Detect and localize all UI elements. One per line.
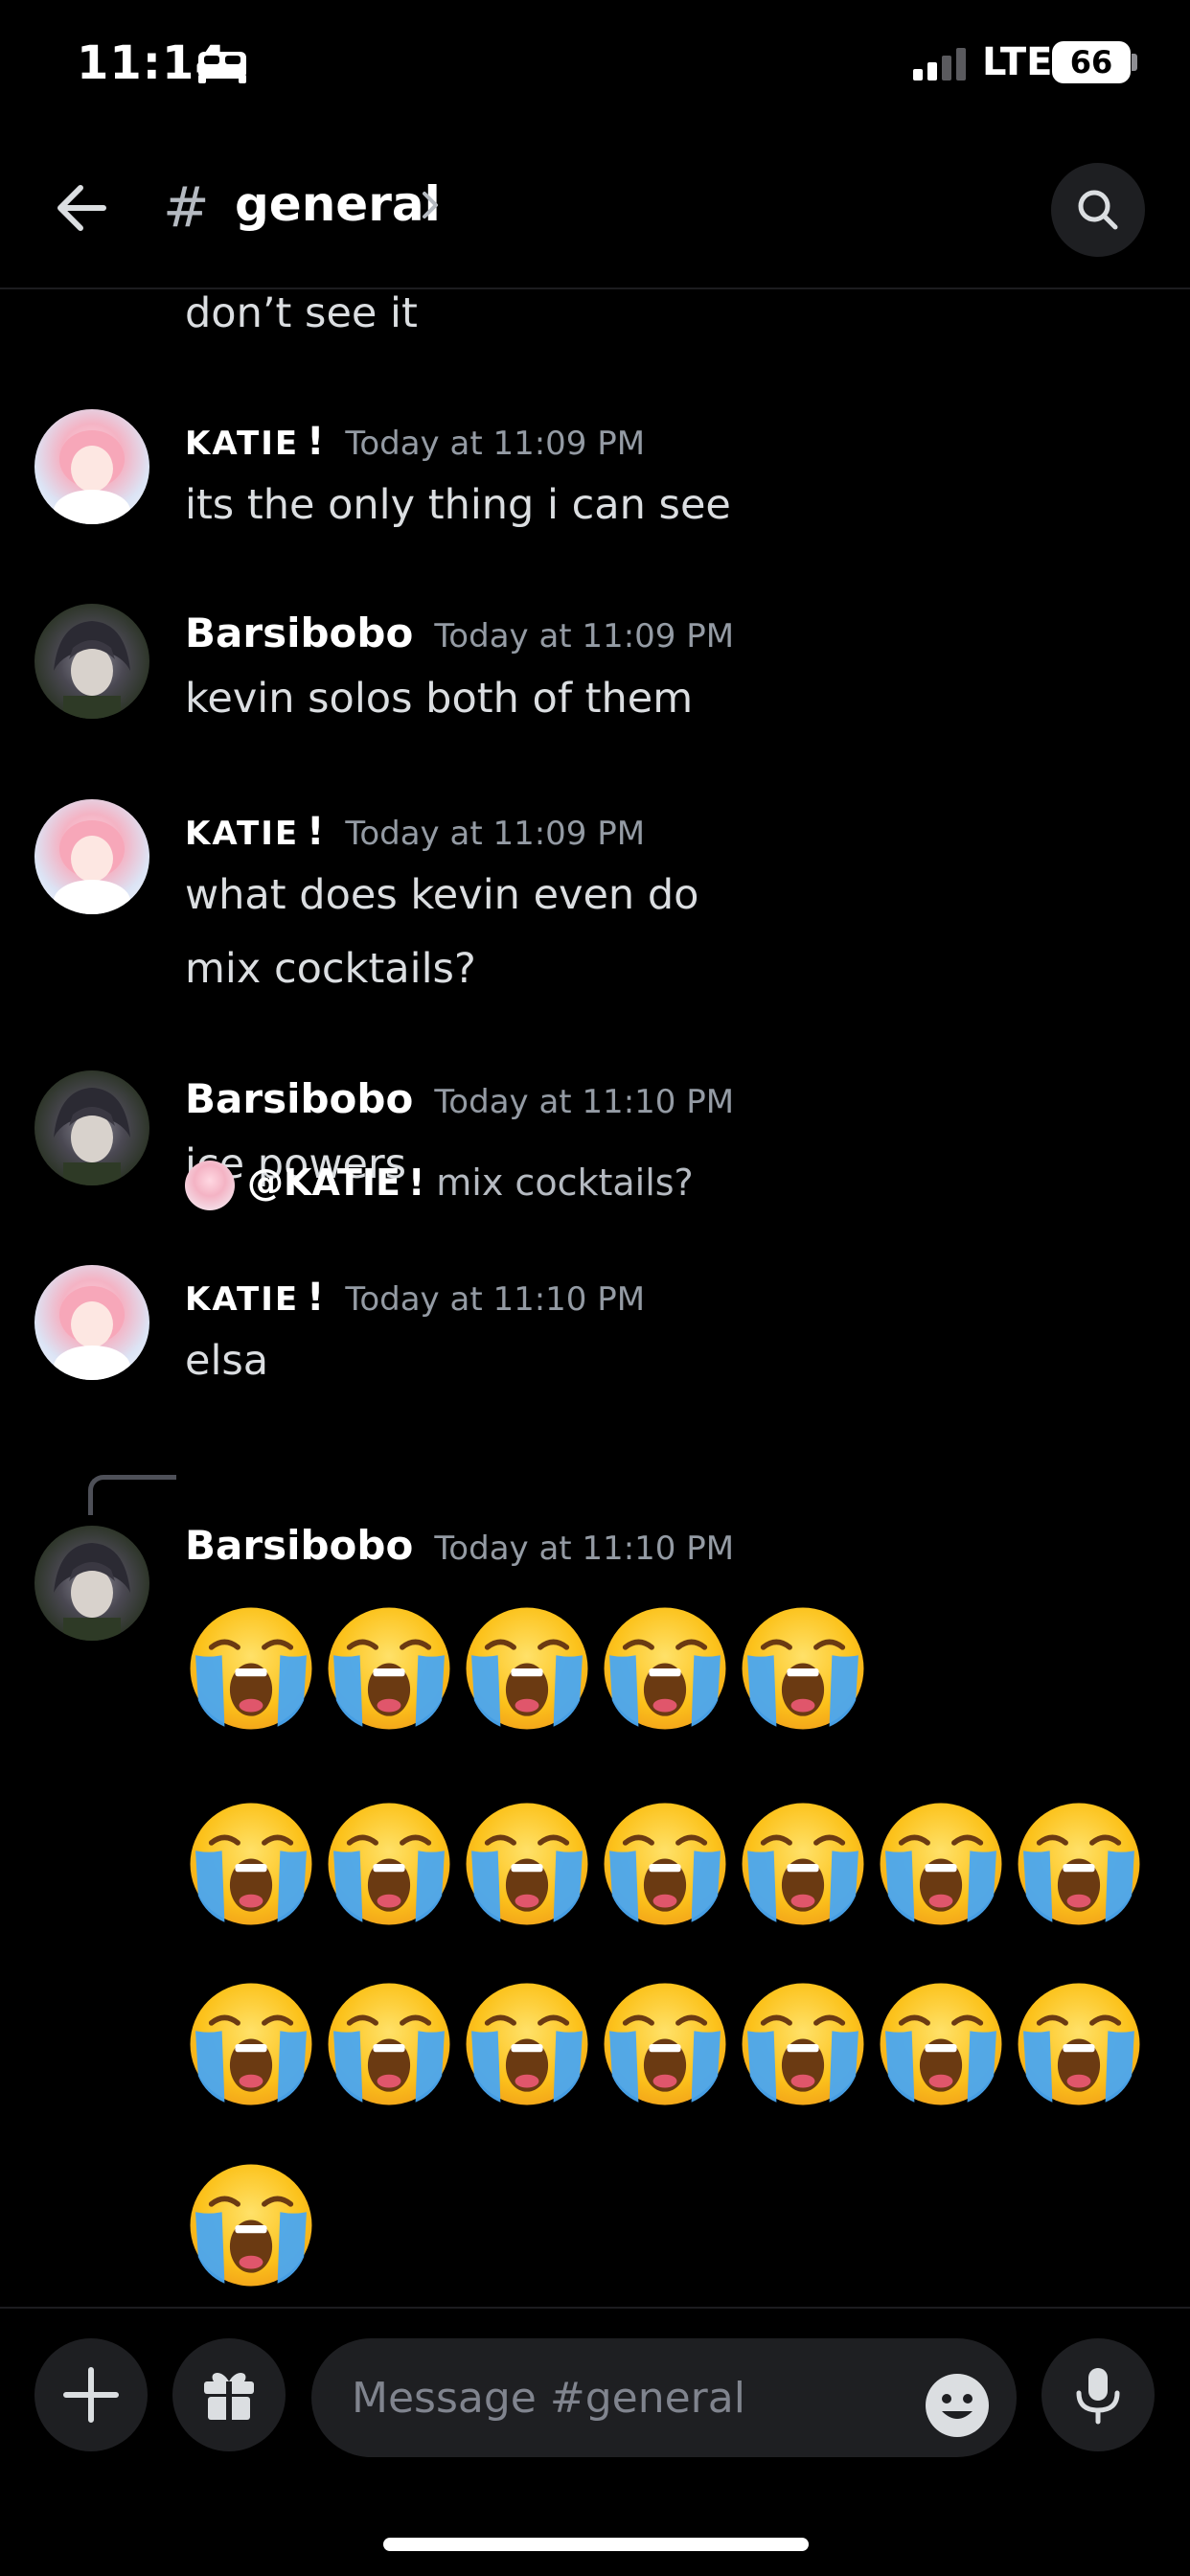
microphone-icon [1076,2368,1120,2425]
reply-avatar-katie [185,1161,235,1210]
voice-message-button[interactable] [1041,2338,1155,2451]
gift-button[interactable] [172,2338,286,2451]
message-input[interactable] [311,2338,1017,2457]
loudly-crying-face-emoji [742,1803,864,1925]
loudly-crying-face-emoji [1018,1983,1140,2105]
gift-icon [204,2372,254,2420]
loudly-crying-face-emoji [880,1803,1002,1925]
message-header: Barsibobo Today at 11:10 PM [185,1522,1162,1569]
loudly-crying-face-emoji [604,1983,726,2105]
loudly-crying-face-emoji [604,1607,726,1730]
loudly-crying-face-emoji [190,2164,312,2287]
reply-reference[interactable]: @KATIE! mix cocktails? [247,1162,694,1204]
avatar-barsibobo[interactable] [34,1526,149,1641]
app-screen: 11:14 LTE 66 # general don’t see it KATI… [0,0,1190,2576]
loudly-crying-face-emoji [328,1983,450,2105]
loudly-crying-face-emoji [742,1983,864,2105]
loudly-crying-face-emoji [190,1803,312,1925]
loudly-crying-face-emoji [604,1803,726,1925]
reply-snippet: mix cocktails? [436,1162,694,1204]
loudly-crying-face-emoji [880,1983,1002,2105]
loudly-crying-face-emoji [466,1803,588,1925]
loudly-crying-face-emoji [1018,1803,1140,1925]
reply-layer: @KATIE! mix cocktails? Barsibobo Today at … [0,0,1190,2307]
username[interactable]: Barsibobo [185,1522,413,1569]
loudly-crying-face-emoji [190,1607,312,1730]
loudly-crying-face-emoji [466,1983,588,2105]
add-attachment-button[interactable] [34,2338,148,2451]
message-composer [0,2307,1190,2576]
home-indicator [383,2538,809,2551]
loudly-crying-face-emoji [190,1983,312,2105]
avatar-image [54,1543,130,1641]
message-timestamp: Today at 11:10 PM [434,1530,735,1568]
reply-mention: @KATIE [247,1162,400,1204]
plus-icon [63,2367,119,2423]
loudly-crying-face-emoji [742,1607,864,1730]
smiley-icon[interactable] [923,2371,992,2440]
loudly-crying-face-emoji [466,1607,588,1730]
loudly-crying-face-emoji [328,1803,450,1925]
reply-badge: ! [407,1162,425,1204]
loudly-crying-face-emoji [328,1607,450,1730]
